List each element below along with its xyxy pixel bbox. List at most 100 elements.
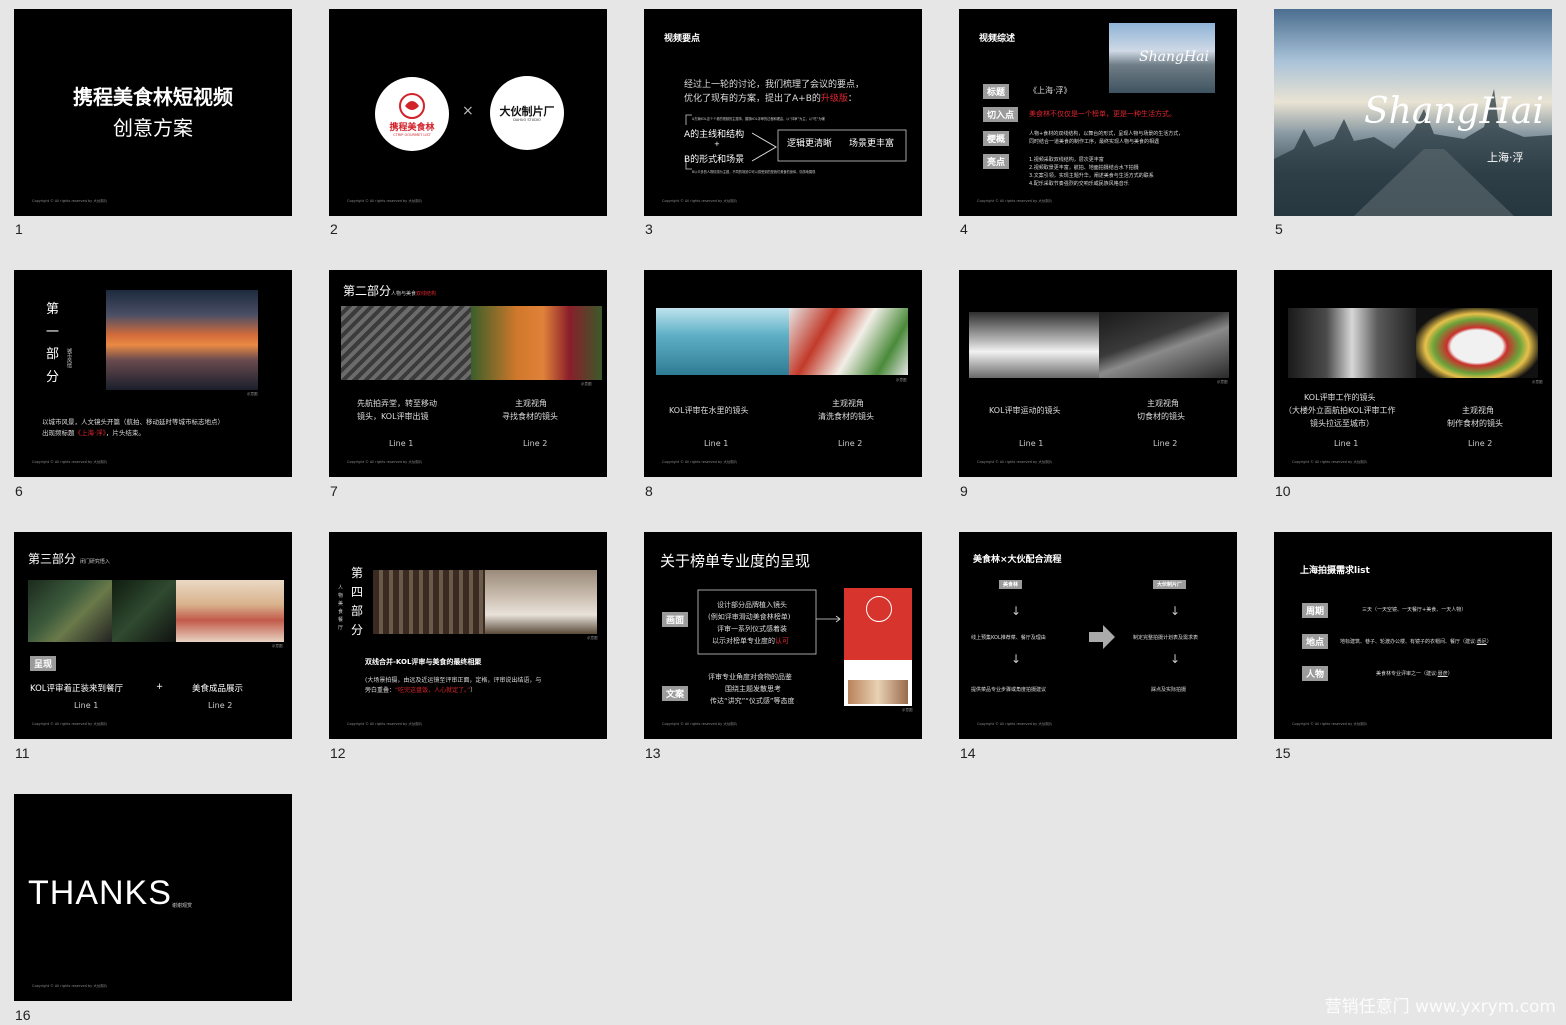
location-value: 地标建筑、巷子、轮渡办公楼、有镜子的衣帽间、餐厅（建议:悉尼） [1340, 638, 1492, 645]
slide-number: 14 [960, 745, 976, 761]
tag-gourmet-list: 美食林 [999, 580, 1023, 589]
underwater-image [656, 308, 789, 375]
slide-number: 13 [645, 745, 661, 761]
line2-desc-a: 主观视角 [1147, 399, 1179, 408]
slide-copyright: Copyright © All rights reserved by 大伙制片 [1292, 460, 1368, 464]
slide-number: 8 [645, 483, 653, 499]
slide-11-thumbnail[interactable]: 第三部分 闭门研究悟入 示意图 呈现 KOL评审着正装来到餐厅 + 美食成品展示… [14, 532, 292, 739]
slide-16-thumbnail[interactable]: THANKS 谢谢观赏 Copyright © All rights reser… [14, 794, 292, 1001]
right-step-1: 制定完整拍摄计划表及需求表 [1133, 635, 1199, 641]
app-logo-icon [866, 596, 892, 622]
slide-10-thumbnail[interactable]: 示意图 KOL评审工作的镜头 （大楼外立面航拍KOL评审工作 镜头拉远至城市） … [1274, 270, 1552, 477]
slide-4-thumbnail[interactable]: 视频综述 ShangHai 标题 《上海·浮》 切入点 美食林不仅仅是一个榜单，… [959, 9, 1237, 216]
vegetables-image [471, 306, 602, 380]
line2-label: Line 2 [208, 701, 233, 710]
tag-people: 人物 [1302, 666, 1329, 681]
part-three-title: 第三部分 [28, 552, 77, 566]
slide-15-thumbnail[interactable]: 上海拍摄需求list 周期 三天（一天空镜、一天餐厅+美食、一天人物） 地点 地… [1274, 532, 1552, 739]
slide-5-thumbnail[interactable]: ShangHai 上海·浮 [1274, 9, 1552, 216]
part-three-sub: 闭门研究悟入 [79, 559, 110, 565]
visual-line-4-text: 以示对榜单专业度的 [712, 637, 775, 645]
salad-image [1416, 308, 1538, 378]
left-step-1: 线上预集KOL推荐菜、餐厅及理由 [971, 635, 1046, 641]
line2-desc: 美食成品展示 [192, 684, 244, 694]
slide-3-thumbnail[interactable]: 视频要点 经过上一轮的讨论，我们梳理了会议的要点， 优化了现有的方案，提出了A+… [644, 9, 922, 216]
slide-12-heading: 双线合并-KOL评审与美食的最终相聚 [365, 658, 482, 666]
slide-copyright: Copyright © All rights reserved by 大伙制片 [977, 460, 1053, 464]
dahuo-studio-logo: 大伙制片厂 DAHUO STUDIO [490, 76, 564, 150]
shanghai-fu-label: 上海·浮 [1487, 151, 1524, 164]
restaurant-interior-image [373, 570, 485, 634]
line2-desc-a: 主观视角 [832, 399, 864, 408]
part-two-sub: 人物与美食 [391, 291, 417, 297]
desc2-suffix: ） [470, 687, 477, 694]
washing-vegetables-image [789, 308, 908, 375]
people-value: 美食林专业评审之一（建议:聂彦） [1376, 670, 1453, 677]
slide-15-title: 上海拍摄需求list [1300, 566, 1370, 576]
slide-7-thumbnail[interactable]: 第二部分人物与美食双线结构 示意图 先航拍弄堂，转至移动 镜头，KOL评审出镜 … [329, 270, 607, 477]
line1-label: Line 1 [1334, 439, 1359, 448]
slide-8-thumbnail[interactable]: 示意图 KOL评审在水里的镜头 主观视角 清洗食材的镜头 Line 1 Line… [644, 270, 922, 477]
desc2-quote: “吃完这盘饭，人心就定了。” [395, 687, 471, 694]
period-value: 三天（一天空镜、一天餐厅+美食、一天人物） [1362, 607, 1467, 613]
tag-presentation: 呈现 [30, 656, 57, 671]
copy-line-2: 围绕主题发散思考 [725, 685, 781, 693]
slide-2-thumbnail[interactable]: 携程美食林 CTRIP GOURMET LIST × 大伙制片厂 DAHUO S… [329, 9, 607, 216]
slide-12-thumbnail[interactable]: 第 四 部 分 人 物 美 食 餐 厅 示意图 双线合并-KOL评审与美食的最终… [329, 532, 607, 739]
vertical-sub-1: 人 [338, 585, 344, 591]
line2-desc-a: 主观视角 [515, 399, 547, 408]
line2-label: Line 2 [1153, 439, 1178, 448]
people-end: ） [1447, 671, 1453, 677]
slide-number: 4 [960, 221, 968, 237]
image-credit: 示意图 [272, 644, 283, 648]
tag-dahuo-studio: 大伙制片厂 [1153, 580, 1187, 589]
line1-desc-a: KOL评审工作的镜头 [1304, 393, 1376, 402]
line2-label: Line 2 [838, 439, 863, 448]
image-credit: 示意图 [581, 382, 592, 386]
tag-copywriting: 文案 [662, 686, 689, 701]
slide-13-thumbnail[interactable]: 关于榜单专业度的呈现 画面 设计部分品牌植入镜头 (例如评审滑动美食林榜单) 评… [644, 532, 922, 739]
box-richer-scenes: 场景更丰富 [849, 139, 895, 149]
part-four-char-1: 第 [351, 566, 364, 580]
line1-desc-a: 先航拍弄堂，转至移动 [357, 399, 437, 408]
slide-9-thumbnail[interactable]: 示意图 KOL评审运动的镜头 主观视角 切食材的镜头 Line 1 Line 2… [959, 270, 1237, 477]
desc2-text: 出现频标题 [42, 429, 75, 437]
kol-suit-image [28, 580, 112, 642]
plated-dish-image [485, 570, 597, 634]
slide-6-thumbnail[interactable]: 第 一 部 分 城市风情 示意图 以城市风景，人文镜头开篇（航拍、移动延时等城市… [14, 270, 292, 477]
desc2-prefix: 旁白重叠： [365, 687, 396, 694]
slide-number: 5 [1275, 221, 1283, 237]
image-credit: 示意图 [902, 708, 913, 712]
logo1-subtext: CTRIP GOURMET LIST [393, 133, 431, 137]
plus-sign: + [156, 682, 164, 692]
slide-copyright: Copyright © All rights reserved by 大伙制片 [32, 460, 108, 464]
slide-4-synopsis-a: 人物+食材的双线结构，以舞台的形式，呈现人物与场景的生活方式， [1029, 131, 1184, 137]
line1-desc-b: （大楼外立面航拍KOL评审工作 [1284, 406, 1396, 415]
slide-14-thumbnail[interactable]: 美食林×大伙配合流程 美食林 大伙制片厂 ↓ ↓ 线上预集KOL推荐菜、餐厅及理… [959, 532, 1237, 739]
surfing-image [969, 312, 1099, 378]
part-four-char-2: 四 [351, 585, 364, 599]
slide-4-point-3: 3.文案引领，实现主题升华，阐述美食与生活方式的联系 [1029, 173, 1154, 179]
slide-14-title: 美食林×大伙配合流程 [973, 555, 1062, 565]
tag-highlights: 亮点 [983, 154, 1010, 169]
line1-label: Line 1 [389, 439, 414, 448]
slide-number: 12 [330, 745, 346, 761]
line2-desc-a: 主观视角 [1462, 406, 1494, 415]
slide-6-desc-2: 出现频标题《上海·浮》，片头结束。 [42, 427, 145, 437]
part-char-3: 部 [46, 347, 60, 362]
slide-number: 2 [330, 221, 338, 237]
slide-4-heading: 视频综述 [979, 34, 1016, 44]
slide-1-thumbnail[interactable]: 携程美食林短视频 创意方案 Copyright © All rights res… [14, 9, 292, 216]
slide-copyright: Copyright © All rights reserved by 大伙制片 [32, 722, 108, 726]
line1-label: Line 1 [74, 701, 99, 710]
tag-period: 周期 [1302, 603, 1329, 618]
part-four-char-4: 分 [351, 623, 364, 637]
desc2-end: ，片头结束。 [105, 429, 145, 437]
part-char-2: 一 [46, 325, 60, 340]
office-interior-image [1288, 308, 1416, 378]
part-char-1: 第 [46, 302, 60, 317]
kol-walking-image [112, 580, 176, 642]
slide-4-synopsis-b: 同时结合一道美食的制作工序，最终实现人物与美食的相遇 [1029, 139, 1160, 145]
slide-4-point-2: 2.视频取景更丰富，航拍、地面拍摄结合水下拍摄 [1029, 165, 1139, 171]
part-two-title: 第二部分 [343, 284, 392, 298]
